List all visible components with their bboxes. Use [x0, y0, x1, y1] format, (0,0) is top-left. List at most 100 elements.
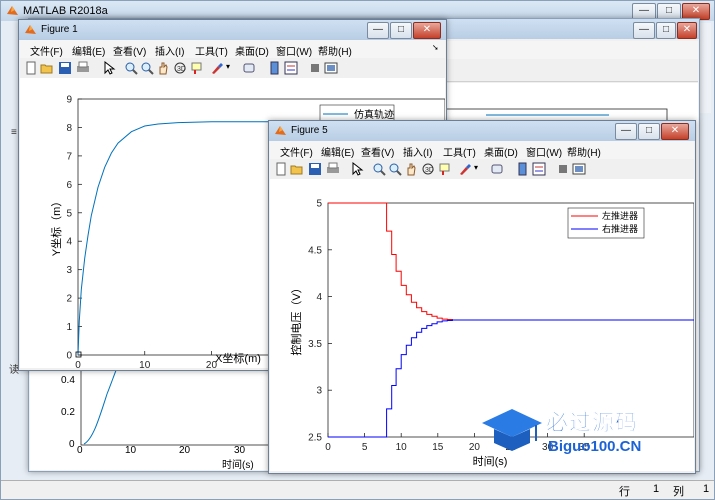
watermark-title: 必过源码	[546, 410, 639, 436]
y-tick-label: 4	[316, 292, 322, 303]
graduation-cap-icon	[482, 409, 542, 451]
background-plot-xtick-20: 20	[179, 445, 191, 456]
status-row-label: 行	[619, 486, 630, 498]
figure1-menu-desktop[interactable]: 桌面(D)	[235, 43, 269, 58]
background-plot-ytick-02: 0.2	[61, 407, 75, 418]
figure1-print-icon[interactable]	[76, 61, 90, 75]
svg-text:3D: 3D	[425, 167, 434, 174]
figure5-pointer-icon[interactable]	[350, 162, 364, 176]
x-tick-label: 20	[469, 442, 481, 453]
background-plot-ytick-0: 0	[69, 439, 75, 450]
figure1-zoom-in-icon[interactable]	[124, 61, 138, 75]
figure5-show-plot-tools-icon[interactable]	[572, 162, 586, 176]
figure5-brush-icon[interactable]	[458, 162, 472, 176]
figure5-print-icon[interactable]	[326, 162, 340, 176]
figure1-hide-plot-tools-icon[interactable]	[308, 61, 322, 75]
matlab-logo-icon	[7, 6, 18, 15]
figure5-minimize-button[interactable]: —	[615, 123, 637, 140]
figure1-matlab-logo-icon	[25, 25, 36, 34]
x-tick-label: 0	[325, 442, 331, 453]
left-marker: ≡	[11, 127, 17, 138]
y-tick-label: 3	[316, 386, 322, 397]
watermark: 必过源码 Biguo100.CN	[480, 405, 680, 467]
figure5-pan-icon[interactable]	[404, 162, 418, 176]
y-tick-label: 2.5	[308, 433, 322, 444]
figure5-zoom-out-icon[interactable]	[388, 162, 402, 176]
figure1-open-icon[interactable]	[40, 61, 54, 75]
watermark-subtitle: Biguo100.CN	[548, 438, 642, 455]
figure5-ylabel: 控制电压（V）	[289, 282, 303, 355]
figure5-new-icon[interactable]	[274, 162, 288, 176]
figure1-brush-dropdown-icon[interactable]: ▾	[226, 62, 240, 76]
figure1-link-icon[interactable]	[242, 61, 256, 75]
figure1-datacursor-icon[interactable]	[190, 61, 204, 75]
figure1-menu-edit[interactable]: 编辑(E)	[72, 43, 105, 58]
figure5-hide-plot-tools-icon[interactable]	[556, 162, 570, 176]
figure1-titlebar[interactable]: Figure 1 — □ ✕	[19, 20, 446, 40]
figure1-legend-icon[interactable]	[284, 61, 298, 75]
status-col-label: 列	[673, 486, 684, 498]
figure5-brush-dropdown-icon[interactable]: ▾	[474, 163, 488, 177]
figure1-menu-file[interactable]: 文件(F)	[30, 43, 63, 58]
y-tick-label: 7	[66, 151, 72, 162]
figure1-colorbar-icon[interactable]	[268, 61, 282, 75]
figure5-maximize-button[interactable]: □	[638, 123, 660, 140]
matlab-status-bar: 行 1 列 1	[1, 480, 714, 499]
figure1-maximize-button[interactable]: □	[390, 22, 412, 39]
status-col-value: 1	[703, 483, 710, 495]
figure5-menu-desktop[interactable]: 桌面(D)	[484, 144, 518, 159]
figure1-rotate-icon[interactable]: 3D	[173, 61, 187, 75]
figure1-pan-icon[interactable]	[156, 61, 170, 75]
figure5-menu-window[interactable]: 窗口(W)	[526, 144, 562, 159]
figure5-datacursor-icon[interactable]	[438, 162, 452, 176]
figure1-zoom-out-icon[interactable]	[140, 61, 154, 75]
figure5-menu-view[interactable]: 查看(V)	[361, 144, 394, 159]
figure5-title: Figure 5	[291, 125, 328, 136]
x-tick-label: 10	[396, 442, 408, 453]
y-tick-label: 5	[66, 208, 72, 219]
figure5-menu-tools[interactable]: 工具(T)	[443, 144, 476, 159]
figure1-show-plot-tools-icon[interactable]	[324, 61, 338, 75]
figure1-xlabel: X坐标(m)	[215, 351, 261, 365]
figure5-legend-label-right: 右推进器	[602, 223, 638, 234]
figure5-link-icon[interactable]	[490, 162, 504, 176]
figure1-minimize-button[interactable]: —	[367, 22, 389, 39]
figure5-open-icon[interactable]	[290, 162, 304, 176]
figure5-menu-edit[interactable]: 编辑(E)	[321, 144, 354, 159]
figure5-titlebar[interactable]: Figure 5 — □ ✕	[269, 121, 695, 141]
matlab-title: MATLAB R2018a	[23, 5, 108, 17]
figure1-pointer-icon[interactable]	[102, 61, 116, 75]
figure5-colorbar-icon[interactable]	[516, 162, 530, 176]
figure1-brush-icon[interactable]	[210, 61, 224, 75]
y-tick-label: 1	[66, 322, 72, 333]
figure1-menu-view[interactable]: 查看(V)	[113, 43, 146, 58]
figure5-rotate-icon[interactable]: 3D	[421, 162, 435, 176]
background-plot-xtick-30: 30	[234, 445, 246, 456]
y-tick-label: 3	[66, 265, 72, 276]
y-tick-label: 8	[66, 123, 72, 134]
figure1-menu-tools[interactable]: 工具(T)	[195, 43, 228, 58]
figure1-new-icon[interactable]	[24, 61, 38, 75]
figure5-menubar: 文件(F) 编辑(E) 查看(V) 插入(I) 工具(T) 桌面(D) 窗口(W…	[270, 141, 694, 159]
figure5-menu-help[interactable]: 帮助(H)	[567, 144, 601, 159]
figure5-close-button[interactable]: ✕	[661, 123, 689, 140]
y-tick-label: 3.5	[308, 339, 322, 350]
figure5-legend-label-left: 左推进器	[602, 210, 638, 221]
figure5-menu-file[interactable]: 文件(F)	[280, 144, 313, 159]
figure5-menu-insert[interactable]: 插入(I)	[403, 144, 432, 159]
figure1-menu-insert[interactable]: 插入(I)	[155, 43, 184, 58]
figure5-legend-icon[interactable]	[532, 162, 546, 176]
figure1-menu-dock-icon[interactable]: ➘	[432, 43, 439, 52]
x-tick-label: 10	[139, 360, 151, 368]
figure1-save-icon[interactable]	[58, 61, 72, 75]
y-tick-label: 4.5	[308, 245, 322, 256]
figure1-menu-window[interactable]: 窗口(W)	[276, 43, 312, 58]
y-tick-label: 0	[66, 351, 72, 362]
figure1-ylabel: Y坐标（m）	[49, 196, 63, 257]
figure5-zoom-in-icon[interactable]	[372, 162, 386, 176]
figure1-close-button[interactable]: ✕	[413, 22, 441, 39]
x-tick-label: 0	[75, 360, 81, 368]
figure1-menu-help[interactable]: 帮助(H)	[318, 43, 352, 58]
status-row-value: 1	[653, 483, 660, 495]
figure5-save-icon[interactable]	[308, 162, 322, 176]
